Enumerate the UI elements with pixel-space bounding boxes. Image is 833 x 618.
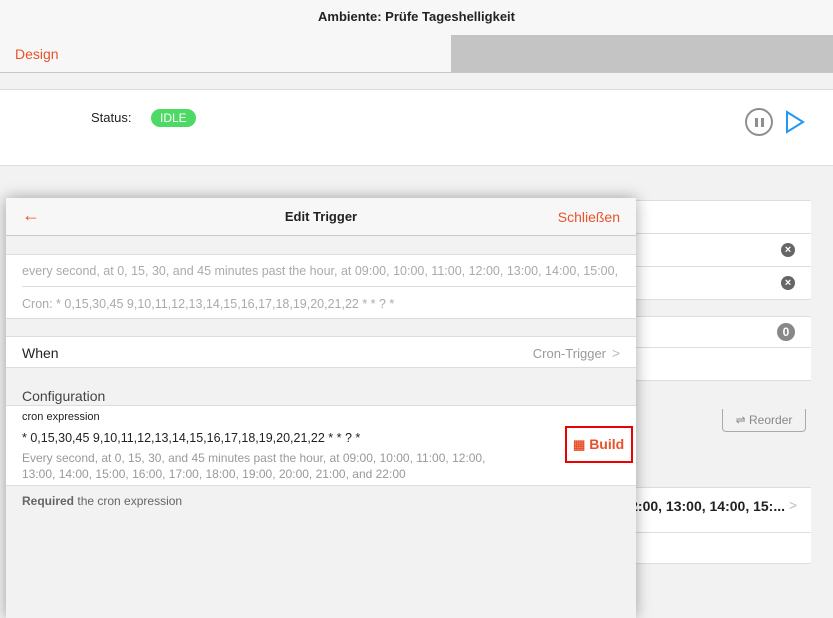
- chevron-right-icon: >: [611, 345, 620, 361]
- reorder-icon: ⇌: [735, 413, 750, 427]
- cron-expression-field[interactable]: cron expression * 0,15,30,45 9,10,11,12,…: [6, 405, 636, 486]
- trigger-cron-preview: 2:00, 13:00, 14:00, 15:...: [630, 498, 785, 514]
- status-badge: IDLE: [151, 109, 196, 127]
- pause-button[interactable]: [745, 108, 773, 136]
- tab-bar: Design: [0, 35, 833, 73]
- count-badge: 0: [777, 323, 795, 341]
- tab-design[interactable]: Design: [15, 46, 59, 62]
- field-label: cron expression: [22, 411, 100, 423]
- play-button[interactable]: [784, 110, 806, 134]
- summary-block: every second, at 0, 15, 30, and 45 minut…: [6, 254, 636, 319]
- list-row: [630, 533, 811, 564]
- reorder-button[interactable]: ⇌ Reorder: [722, 409, 806, 432]
- status-panel: Status: IDLE: [0, 89, 833, 166]
- configuration-header: Configuration: [22, 388, 106, 404]
- list-row: [630, 348, 811, 381]
- when-row[interactable]: When Cron-Trigger >: [6, 336, 636, 368]
- when-value: Cron-Trigger: [532, 346, 606, 361]
- dialog-title: Edit Trigger: [284, 209, 358, 224]
- required-text: the cron expression: [77, 494, 183, 508]
- schedule-description: every second, at 0, 15, 30, and 45 minut…: [22, 264, 619, 278]
- calendar-icon: ▦: [573, 437, 586, 452]
- remove-icon[interactable]: ×: [781, 243, 795, 257]
- field-value[interactable]: * 0,15,30,45 9,10,11,12,13,14,15,16,17,1…: [22, 431, 360, 445]
- edit-trigger-dialog: ← Edit Trigger Schließen every second, a…: [6, 198, 636, 618]
- cron-line: Cron: * 0,15,30,45 9,10,11,12,13,14,15,1…: [22, 297, 395, 311]
- list-row: ×: [630, 234, 811, 267]
- close-button[interactable]: Schließen: [558, 209, 620, 225]
- when-label: When: [22, 345, 59, 361]
- chevron-right-icon: >: [788, 497, 797, 513]
- required-label: Required: [22, 494, 75, 508]
- list-row: 0: [630, 316, 811, 348]
- build-label: Build: [589, 436, 625, 452]
- list-row: ×: [630, 267, 811, 300]
- build-button[interactable]: ▦ Build: [565, 426, 633, 463]
- trigger-row[interactable]: 2:00, 13:00, 14:00, 15:... >: [630, 487, 811, 533]
- reorder-label: Reorder: [749, 413, 793, 427]
- tab-bar-filler: [451, 35, 833, 72]
- dialog-header: ← Edit Trigger Schließen: [6, 198, 636, 236]
- required-hint: Required the cron expression: [22, 494, 182, 508]
- status-label: Status:: [91, 110, 132, 125]
- window-title: Ambiente: Prüfe Tageshelligkeit: [0, 0, 833, 35]
- list-row: [630, 200, 811, 234]
- remove-icon[interactable]: ×: [781, 276, 795, 290]
- field-description: Every second, at 0, 15, 30, and 45 minut…: [22, 451, 486, 481]
